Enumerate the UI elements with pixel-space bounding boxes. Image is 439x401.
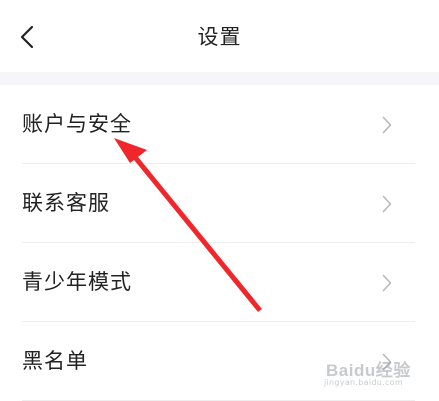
chevron-right-icon <box>382 195 392 213</box>
page-title: 设置 <box>197 25 242 49</box>
chevron-right-icon <box>382 274 392 292</box>
watermark-site: jingyan.baidu.com <box>324 378 403 387</box>
settings-item-label: 青少年模式 <box>22 270 132 294</box>
settings-item-contact-support[interactable]: 联系客服 <box>0 164 439 243</box>
nav-bar: 设置 <box>0 0 439 72</box>
settings-item-label: 黑名单 <box>22 349 88 373</box>
settings-item-label: 联系客服 <box>22 191 110 215</box>
chevron-right-icon <box>382 116 392 134</box>
settings-item-teen-mode[interactable]: 青少年模式 <box>0 243 439 322</box>
settings-item-label: 账户与安全 <box>22 112 132 136</box>
settings-list: 账户与安全 联系客服 青少年模式 黑名单 <box>0 85 439 401</box>
watermark: Baidu经验 jingyan.baidu.com <box>324 356 424 392</box>
section-gap <box>0 72 439 85</box>
settings-item-account-security[interactable]: 账户与安全 <box>0 85 439 164</box>
